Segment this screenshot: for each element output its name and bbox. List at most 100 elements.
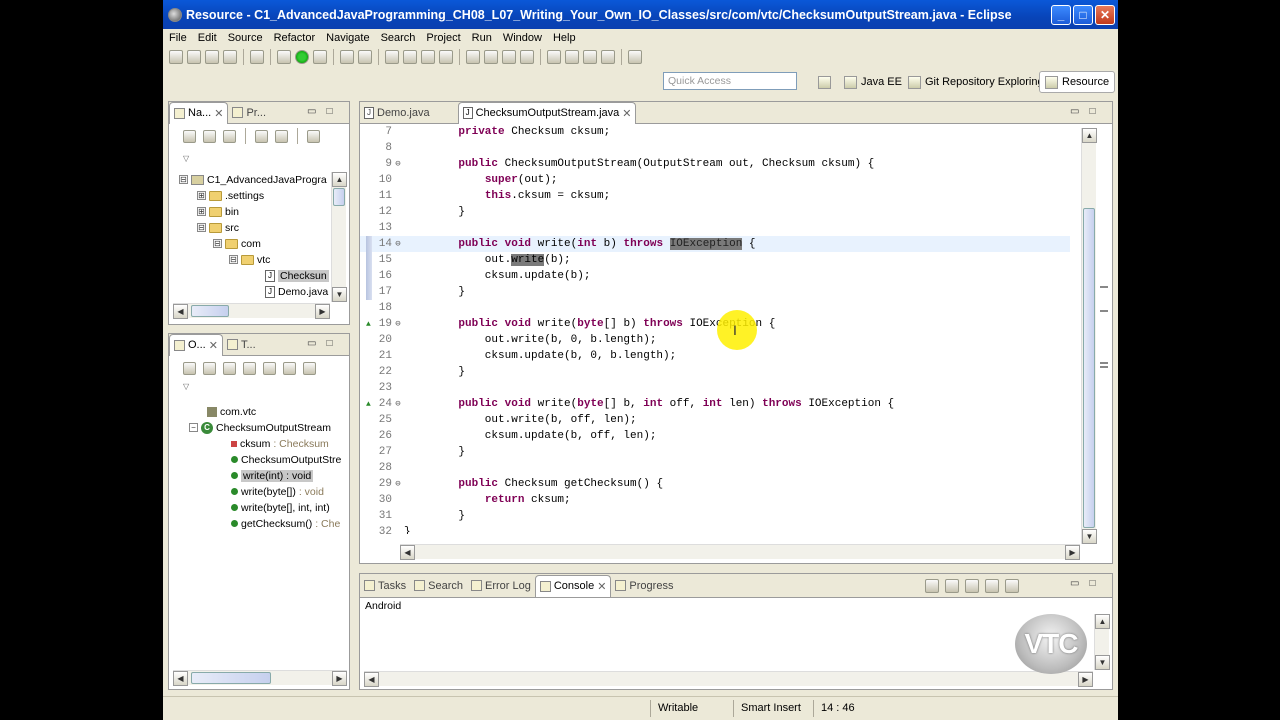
expand-toggle[interactable]: ⊞ bbox=[197, 191, 206, 200]
tab-task-list[interactable]: T... bbox=[223, 334, 260, 356]
tree-item-bin[interactable]: ⊞ bin bbox=[197, 204, 239, 219]
scroll-left-icon[interactable]: ◀ bbox=[400, 545, 415, 560]
tab-navigator[interactable]: Na... ✕ bbox=[169, 101, 229, 124]
outline-item-constructor[interactable]: ChecksumOutputStre bbox=[231, 452, 341, 467]
tab-tasks[interactable]: Tasks bbox=[360, 575, 410, 597]
scroll-lock-icon[interactable] bbox=[925, 579, 939, 593]
menu-run[interactable]: Run bbox=[472, 32, 492, 44]
hide-static-icon[interactable] bbox=[263, 361, 276, 375]
console-vscrollbar[interactable]: ▲ ▼ bbox=[1094, 614, 1110, 670]
menu-refactor[interactable]: Refactor bbox=[274, 32, 316, 44]
server-icon[interactable] bbox=[250, 50, 264, 64]
view-menu-chevron-icon[interactable]: ▽ bbox=[183, 154, 189, 163]
menu-search[interactable]: Search bbox=[381, 32, 416, 44]
view-menu-icon[interactable] bbox=[307, 129, 320, 143]
open-type-icon[interactable] bbox=[385, 50, 399, 64]
hide-non-public-icon[interactable] bbox=[283, 361, 296, 375]
override-marker-icon[interactable]: ▲ bbox=[366, 320, 373, 329]
prev-annotation-icon[interactable] bbox=[565, 50, 579, 64]
link-with-editor-icon[interactable] bbox=[275, 129, 288, 143]
open-task-icon[interactable] bbox=[403, 50, 417, 64]
save-icon[interactable] bbox=[187, 50, 201, 64]
perspective-resource[interactable]: Resource bbox=[1039, 71, 1116, 93]
scroll-right-icon[interactable]: ▶ bbox=[1065, 545, 1080, 560]
menu-source[interactable]: Source bbox=[228, 32, 263, 44]
hide-fields-icon[interactable] bbox=[243, 361, 256, 375]
pin-console-icon[interactable] bbox=[965, 579, 979, 593]
editor-hscrollbar[interactable]: ◀ ▶ bbox=[400, 544, 1080, 560]
run-icon[interactable] bbox=[295, 50, 309, 64]
outline-hscrollbar[interactable]: ◀ ▶ bbox=[173, 670, 347, 686]
open-console-icon[interactable] bbox=[1005, 579, 1019, 593]
overview-ruler[interactable] bbox=[1097, 128, 1111, 544]
outline-item-class[interactable]: − C ChecksumOutputStream bbox=[189, 420, 331, 435]
next-annotation-icon[interactable] bbox=[547, 50, 561, 64]
maximize-icon[interactable]: □ bbox=[326, 106, 332, 117]
sort-icon[interactable] bbox=[223, 361, 236, 375]
quick-access-input[interactable]: Quick Access bbox=[663, 72, 797, 90]
outline-item-write-bytes[interactable]: write(byte[]) : void bbox=[231, 484, 324, 499]
display-console-icon[interactable] bbox=[985, 579, 999, 593]
fold-icon[interactable]: ⊖ bbox=[392, 159, 404, 169]
collapse-all-icon[interactable] bbox=[255, 129, 268, 143]
tab-progress[interactable]: Progress bbox=[611, 575, 677, 597]
editor-vscrollbar[interactable]: ▲ ▼ bbox=[1081, 128, 1097, 544]
maximize-icon[interactable]: □ bbox=[1089, 106, 1095, 117]
collapse-all-icon[interactable] bbox=[203, 361, 216, 375]
web-browser-icon[interactable] bbox=[439, 50, 453, 64]
scroll-down-icon[interactable]: ▼ bbox=[1082, 529, 1097, 544]
menu-edit[interactable]: Edit bbox=[198, 32, 217, 44]
collapse-toggle[interactable]: − bbox=[189, 423, 198, 432]
print-icon[interactable] bbox=[223, 50, 237, 64]
debug-icon[interactable] bbox=[277, 50, 291, 64]
console-hscrollbar[interactable]: ◀ ▶ bbox=[364, 671, 1093, 687]
scroll-up-icon[interactable]: ▲ bbox=[1082, 128, 1097, 143]
outline-item-get-checksum[interactable]: getChecksum() : Che bbox=[231, 516, 340, 531]
show-whitespace-icon[interactable] bbox=[520, 50, 534, 64]
collapse-toggle[interactable]: ⊟ bbox=[213, 239, 222, 248]
highlight-icon[interactable] bbox=[484, 50, 498, 64]
collapse-toggle[interactable]: ⊟ bbox=[197, 223, 206, 232]
toggle-mark-occurrences-icon[interactable] bbox=[466, 50, 480, 64]
tab-checksum-output-stream[interactable]: J ChecksumOutputStream.java ✕ bbox=[457, 101, 637, 124]
tab-demo-java[interactable]: J Demo.java bbox=[360, 102, 434, 124]
tab-outline[interactable]: O... ✕ bbox=[169, 333, 223, 356]
focus-icon[interactable] bbox=[183, 361, 196, 375]
tree-item-com[interactable]: ⊟ com bbox=[213, 236, 261, 251]
scroll-thumb[interactable] bbox=[333, 188, 345, 206]
scroll-down-icon[interactable]: ▼ bbox=[1095, 655, 1110, 670]
minimize-icon[interactable]: ▭ bbox=[307, 338, 316, 349]
back-icon[interactable] bbox=[183, 129, 196, 143]
tab-error-log[interactable]: Error Log bbox=[467, 575, 535, 597]
outline-item-field[interactable]: cksum : Checksum bbox=[231, 436, 329, 451]
scroll-down-icon[interactable]: ▼ bbox=[332, 287, 347, 302]
close-icon[interactable]: ✕ bbox=[597, 580, 606, 593]
perspective-git[interactable]: Git Repository Exploring bbox=[903, 71, 1049, 93]
view-menu-chevron-icon[interactable]: ▽ bbox=[183, 382, 189, 391]
scroll-thumb[interactable] bbox=[1083, 208, 1095, 528]
minimize-button[interactable]: _ bbox=[1051, 5, 1071, 25]
search-icon[interactable] bbox=[421, 50, 435, 64]
tree-item-src[interactable]: ⊟ src bbox=[197, 220, 239, 235]
hide-local-types-icon[interactable] bbox=[303, 361, 316, 375]
tab-console[interactable]: Console ✕ bbox=[534, 574, 612, 597]
show-console-icon[interactable] bbox=[945, 579, 959, 593]
scroll-right-icon[interactable]: ▶ bbox=[315, 304, 330, 319]
override-marker-icon[interactable]: ▲ bbox=[366, 400, 373, 409]
scroll-right-icon[interactable]: ▶ bbox=[1078, 672, 1093, 687]
go-into-icon[interactable] bbox=[223, 129, 236, 143]
tree-item-vtc[interactable]: ⊟ vtc bbox=[229, 252, 270, 267]
tree-item-checksum-file[interactable]: J Checksun bbox=[265, 268, 329, 283]
tab-project-explorer[interactable]: Pr... bbox=[228, 102, 270, 124]
external-tools-icon[interactable] bbox=[313, 50, 327, 64]
scroll-up-icon[interactable]: ▲ bbox=[332, 172, 347, 187]
tree-item-project[interactable]: ⊟ C1_AdvancedJavaProgra bbox=[179, 172, 327, 187]
navigator-vscrollbar[interactable]: ▲ ▼ bbox=[331, 172, 347, 302]
code-editor[interactable]: 7 private Checksum cksum; 8 9 ⊖ public Ch… bbox=[360, 124, 1070, 534]
new-icon[interactable] bbox=[169, 50, 183, 64]
open-perspective-button[interactable] bbox=[813, 71, 836, 93]
menu-project[interactable]: Project bbox=[426, 32, 460, 44]
block-selection-icon[interactable] bbox=[502, 50, 516, 64]
navigator-hscrollbar[interactable]: ◀ ▶ bbox=[173, 303, 330, 319]
maximize-icon[interactable]: □ bbox=[1089, 578, 1095, 589]
